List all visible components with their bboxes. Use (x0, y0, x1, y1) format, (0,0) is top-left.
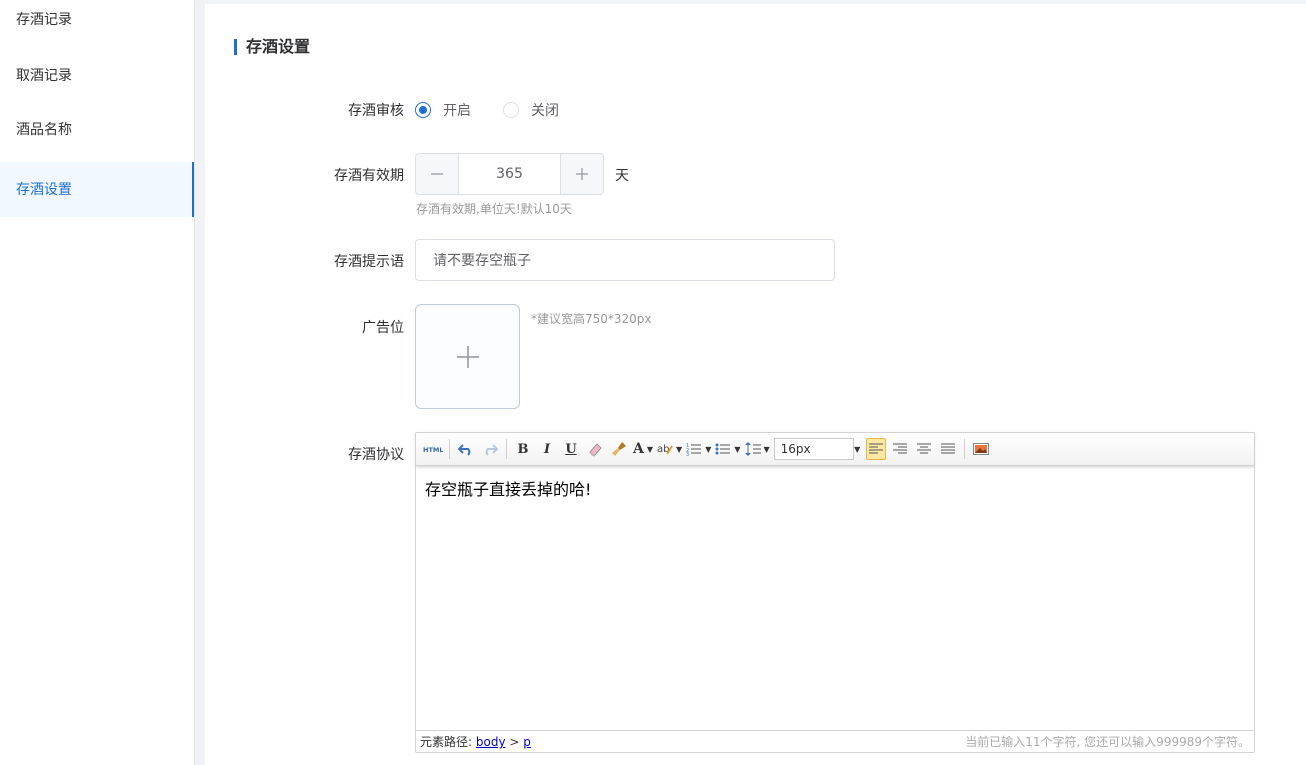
italic-icon[interactable]: I (537, 438, 557, 460)
decrement-button[interactable] (416, 154, 459, 194)
sidebar-item-wine-names[interactable]: 酒品名称 (0, 108, 194, 162)
underline-icon[interactable]: U (561, 438, 581, 460)
unordered-list-icon[interactable]: ▼ (715, 438, 741, 460)
sidebar-item-label: 存酒设置 (16, 182, 72, 198)
toolbar-divider (449, 439, 450, 459)
element-path: 元素路径: body > p (420, 733, 531, 750)
font-size-value: 16px (780, 442, 811, 456)
html-source-icon[interactable]: HTML (423, 438, 443, 460)
sidebar-item-label: 取酒记录 (16, 68, 72, 84)
align-right-icon[interactable] (890, 438, 910, 460)
chevron-down-icon: ▼ (854, 444, 861, 454)
review-label: 存酒审核 (348, 103, 404, 119)
radio-unchecked-icon (503, 102, 519, 118)
toolbar-divider (963, 439, 965, 459)
sidebar: 存酒记录 取酒记录 酒品名称 存酒设置 (0, 0, 195, 765)
main-panel: 存酒设置 存酒审核 开启 关闭 存酒有效期 365 天 存酒有效期,单位天!默认… (205, 4, 1306, 765)
editor-toolbar: HTML B I U A ▼ ab ▼ 1 2 3 ▼ ▼ ▼ 16px ▼ (416, 433, 1254, 466)
sidebar-item-label: 存酒记录 (16, 12, 72, 28)
validity-label: 存酒有效期 (334, 168, 404, 184)
highlight-icon[interactable]: ab ▼ (657, 438, 682, 460)
validity-stepper: 365 (415, 153, 604, 195)
sidebar-item-withdraw-records[interactable]: 取酒记录 (0, 54, 194, 108)
sidebar-item-storage-records[interactable]: 存酒记录 (0, 0, 194, 54)
ordered-list-icon[interactable]: 1 2 3 ▼ (686, 438, 711, 460)
page-title: 存酒设置 (234, 38, 310, 56)
prompt-input[interactable] (415, 239, 835, 281)
svg-text:3: 3 (686, 452, 689, 456)
validity-unit: 天 (615, 168, 629, 184)
path-link-p[interactable]: p (523, 735, 531, 749)
rich-text-editor: HTML B I U A ▼ ab ▼ 1 2 3 ▼ ▼ ▼ 16px ▼ 存… (415, 432, 1255, 753)
review-radio-on[interactable]: 开启 (415, 100, 471, 120)
path-separator: > (509, 735, 520, 749)
font-size-select[interactable]: 16px ▼ (773, 438, 860, 460)
editor-content[interactable]: 存空瓶子直接丢掉的哈! (416, 466, 1254, 728)
radio-label: 关闭 (531, 103, 559, 119)
minus-icon (431, 173, 443, 175)
ad-hint: *建议宽高750*320px (531, 312, 652, 326)
toolbar-divider (506, 439, 507, 459)
validity-input[interactable]: 365 (459, 154, 560, 194)
ad-label: 广告位 (362, 320, 404, 336)
sidebar-item-label: 酒品名称 (16, 122, 72, 138)
align-left-icon[interactable] (865, 438, 886, 460)
plus-icon (456, 345, 479, 368)
font-color-icon[interactable]: A ▼ (633, 438, 653, 460)
agreement-label: 存酒协议 (348, 447, 404, 463)
bold-icon[interactable]: B (513, 438, 533, 460)
svg-text:HTML: HTML (423, 446, 443, 454)
align-justify-icon[interactable] (938, 438, 958, 460)
eraser-icon[interactable] (585, 438, 605, 460)
prompt-label: 存酒提示语 (334, 254, 404, 270)
plus-icon (576, 168, 588, 180)
redo-icon[interactable] (480, 438, 500, 460)
insert-image-icon[interactable] (971, 438, 991, 460)
character-counter: 当前已输入11个字符, 您还可以输入999989个字符。 (965, 735, 1250, 749)
line-height-icon[interactable]: ▼ (744, 438, 770, 460)
increment-button[interactable] (560, 154, 603, 194)
align-center-icon[interactable] (914, 438, 934, 460)
sidebar-item-storage-settings[interactable]: 存酒设置 (0, 162, 194, 217)
undo-icon[interactable] (456, 438, 476, 460)
radio-checked-icon (415, 102, 431, 118)
element-path-label: 元素路径: (420, 735, 473, 749)
path-link-body[interactable]: body (476, 735, 506, 749)
ad-upload[interactable] (415, 304, 520, 409)
validity-hint: 存酒有效期,单位天!默认10天 (416, 202, 572, 216)
editor-footer: 元素路径: body > p 当前已输入11个字符, 您还可以输入999989个… (416, 730, 1254, 752)
review-radio-off[interactable]: 关闭 (503, 100, 559, 120)
radio-label: 开启 (443, 103, 471, 119)
format-brush-icon[interactable] (609, 438, 629, 460)
